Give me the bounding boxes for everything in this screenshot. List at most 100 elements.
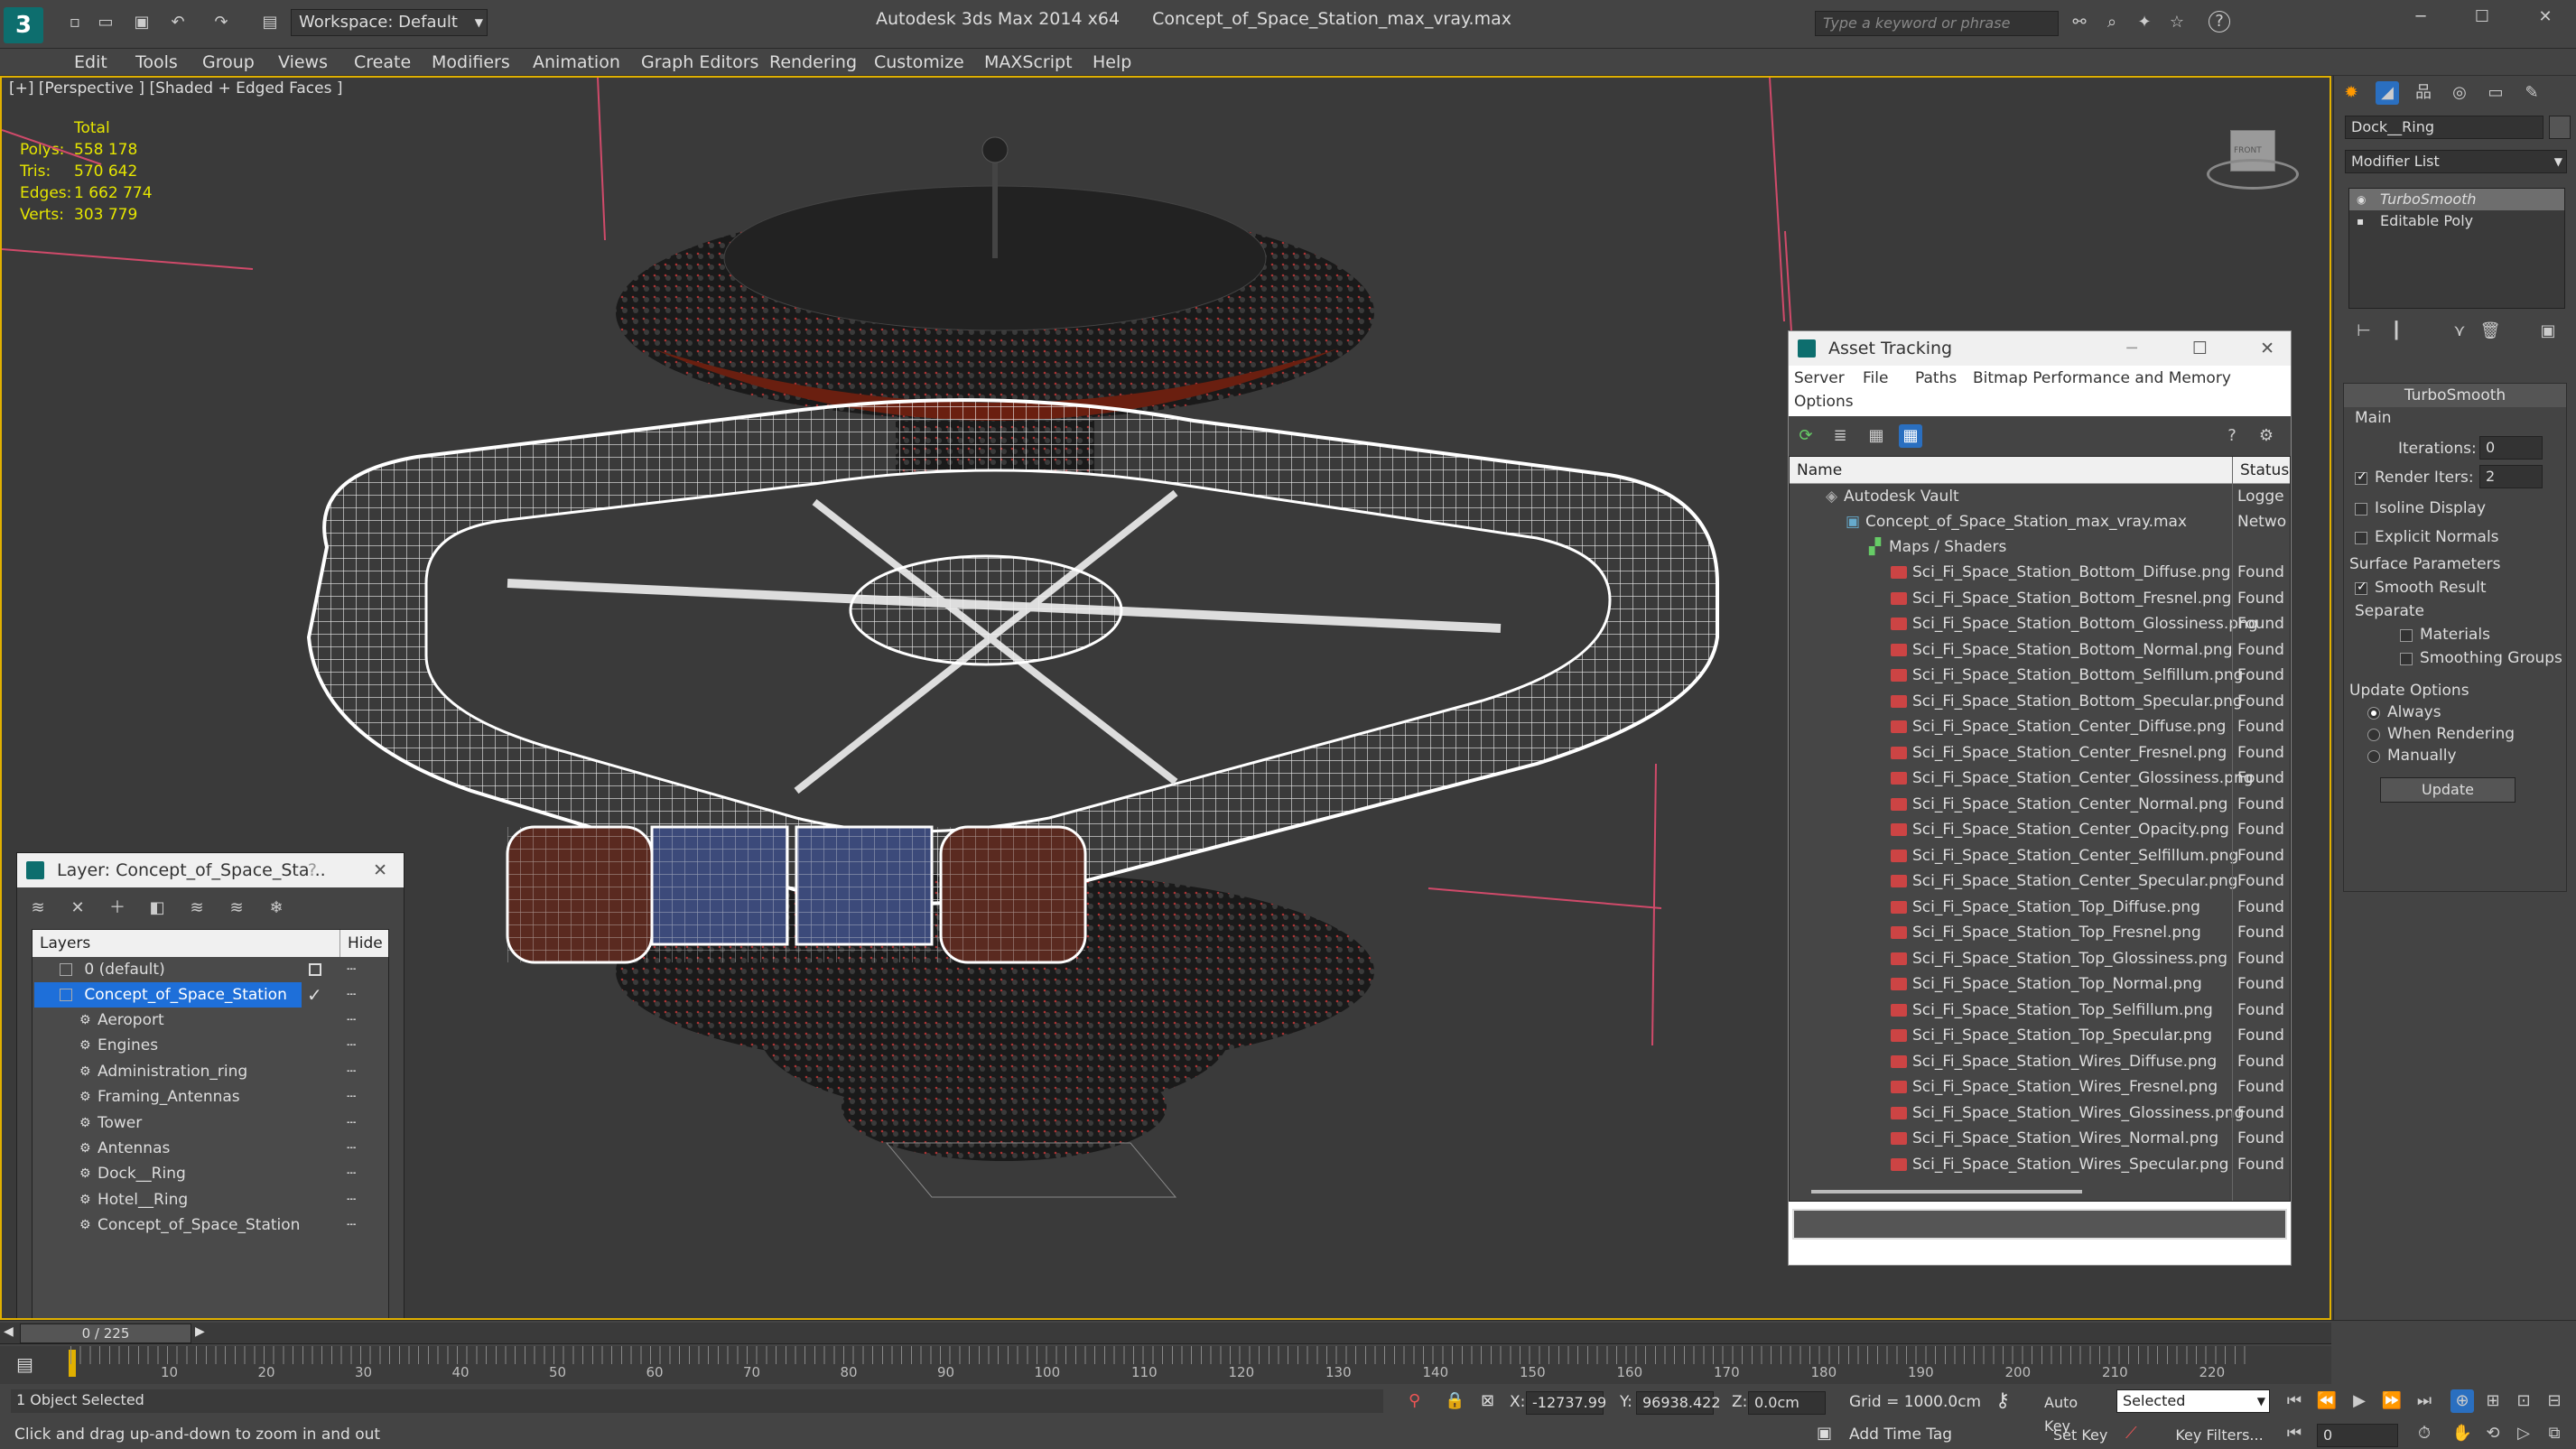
menu-modifiers[interactable]: Modifiers xyxy=(426,49,516,76)
asset-row-file[interactable]: Sci_Fi_Space_Station_Top_Selfillum.png Fo… xyxy=(1790,998,2290,1023)
pin-stack-icon[interactable]: ⊢ xyxy=(2352,320,2376,343)
hide-toggle[interactable]: ┄ xyxy=(347,1084,356,1110)
menu-maxscript[interactable]: MAXScript xyxy=(979,49,1078,76)
layer-row-station[interactable]: Concept_of_Space_Station ✓ ┄ xyxy=(33,982,388,1008)
zoom-all-icon[interactable]: ⊞ xyxy=(2481,1389,2505,1413)
iterations-spinner[interactable]: 0 xyxy=(2479,436,2543,460)
asset-row-file[interactable]: Sci_Fi_Space_Station_Top_Fresnel.png Foun… xyxy=(1790,920,2290,945)
x-coordinate[interactable]: -12737.99 xyxy=(1526,1391,1606,1415)
render-iters-spinner[interactable]: 2 xyxy=(2479,465,2543,488)
track-bar-menu-icon[interactable]: ▤ xyxy=(16,1353,33,1375)
menu-help[interactable]: Help xyxy=(1087,49,1137,76)
absolute-mode-icon[interactable]: ⊠ xyxy=(1481,1391,1494,1410)
configure-sets-icon[interactable]: ▣ xyxy=(2536,320,2560,343)
asset-tracking-titlebar[interactable]: Asset Tracking ─ ☐ ✕ xyxy=(1789,331,2291,366)
asset-row-file[interactable]: Sci_Fi_Space_Station_Wires_Diffuse.png Fo… xyxy=(1790,1049,2290,1074)
layer-child-row[interactable]: ⚙ Dock__Ring ┄ xyxy=(33,1161,388,1186)
asset-row-file[interactable]: Sci_Fi_Space_Station_Center_Opacity.png F… xyxy=(1790,817,2290,842)
menu-rendering[interactable]: Rendering xyxy=(764,49,862,76)
modify-tab-icon[interactable]: ◢ xyxy=(2376,81,2399,105)
smoothing-groups-checkbox[interactable] xyxy=(2400,653,2413,665)
asset-menu-paths[interactable]: Paths xyxy=(1915,369,1957,387)
search-input[interactable]: Type a keyword or phrase xyxy=(1815,11,2059,36)
hide-toggle[interactable]: ┄ xyxy=(347,1110,356,1136)
layer-child-row[interactable]: ⚙ Hotel__Ring ┄ xyxy=(33,1187,388,1212)
materials-checkbox[interactable] xyxy=(2400,629,2413,642)
asset-row-file[interactable]: Sci_Fi_Space_Station_Center_Normal.png Fo… xyxy=(1790,792,2290,817)
highlight-layer-icon[interactable]: ≋ xyxy=(185,896,209,920)
stack-item-editable-poly[interactable]: ▪ Editable Poly xyxy=(2349,210,2564,232)
track-bar[interactable]: ▤ 10 20 30 40 50 60 70 80 90 100 110 120 130 140 150 16… xyxy=(0,1346,2331,1384)
menu-views[interactable]: Views xyxy=(273,49,333,76)
column-name[interactable]: Name xyxy=(1797,457,1842,484)
manually-radio[interactable] xyxy=(2367,750,2380,763)
hierarchy-tab-icon[interactable]: 品 xyxy=(2412,81,2435,105)
time-tag-icon[interactable]: ▣ xyxy=(1817,1424,1832,1443)
hide-toggle[interactable]: ┄ xyxy=(347,1161,356,1186)
open-file-icon[interactable]: ▭ xyxy=(94,11,117,34)
rollout-header[interactable]: TurboSmooth xyxy=(2344,384,2566,407)
field-of-view-icon[interactable]: ▷ xyxy=(2512,1422,2535,1445)
context-help-icon[interactable]: ⚙ xyxy=(2255,424,2278,448)
add-to-layer-icon[interactable]: ＋ xyxy=(106,896,129,920)
next-frame-icon[interactable]: ⏩ xyxy=(2380,1389,2404,1413)
asset-row-file[interactable]: Sci_Fi_Space_Station_Wires_Normal.png Fou… xyxy=(1790,1126,2290,1151)
layer-child-row[interactable]: ⚙ Engines ┄ xyxy=(33,1033,388,1058)
asset-row-file[interactable]: Sci_Fi_Space_Station_Bottom_Specular.png… xyxy=(1790,689,2290,714)
display-tab-icon[interactable]: ▭ xyxy=(2484,81,2507,105)
layer-child-row[interactable]: ⚙ Tower ┄ xyxy=(33,1110,388,1136)
zoom-extents-all-icon[interactable]: ⊟ xyxy=(2543,1389,2566,1413)
layer-child-row[interactable]: ⚙ Framing_Antennas ┄ xyxy=(33,1084,388,1110)
list-view-icon[interactable]: ≣ xyxy=(1828,424,1852,448)
table-view-icon[interactable]: ▦ xyxy=(1899,424,1922,448)
asset-row-file[interactable]: Sci_Fi_Space_Station_Bottom_Glossiness.p… xyxy=(1790,611,2290,636)
new-file-icon[interactable]: ▫ xyxy=(63,11,87,34)
asset-row-file[interactable]: Sci_Fi_Space_Station_Bottom_Diffuse.png F… xyxy=(1790,560,2290,585)
menu-customize[interactable]: Customize xyxy=(869,49,970,76)
asset-menu-server[interactable]: Server xyxy=(1794,369,1845,387)
asset-row-file[interactable]: Sci_Fi_Space_Station_Wires_Specular.png F… xyxy=(1790,1152,2290,1177)
next-frame-arrow-icon[interactable]: ▶ xyxy=(195,1324,205,1339)
key-mode-icon[interactable]: ⟋ xyxy=(2125,1424,2137,1443)
layer-child-row[interactable]: ⚙ Aeroport ┄ xyxy=(33,1008,388,1033)
asset-row-maps[interactable]: ▞ Maps / Shaders xyxy=(1790,534,2290,560)
subscription-icon[interactable]: ⌕ xyxy=(2100,11,2124,34)
asset-row-file[interactable]: Sci_Fi_Space_Station_Center_Specular.png… xyxy=(1790,868,2290,894)
perspective-viewport[interactable]: [+] [Perspective ] [Shaded + Edged Faces… xyxy=(0,76,2331,1320)
asset-row-file[interactable]: Sci_Fi_Space_Station_Top_Specular.png Fou… xyxy=(1790,1023,2290,1048)
explicit-normals-checkbox[interactable] xyxy=(2355,532,2367,544)
horizontal-scrollbar[interactable] xyxy=(1811,1190,2082,1194)
when-rendering-radio[interactable] xyxy=(2367,729,2380,741)
delete-layer-icon[interactable]: ✕ xyxy=(66,896,89,920)
hide-toggle[interactable]: ┄ xyxy=(347,982,356,1008)
asset-row-file[interactable]: Sci_Fi_Space_Station_Bottom_Selfillum.pn… xyxy=(1790,663,2290,688)
key-mode-toggle-icon[interactable]: ⏮ xyxy=(2283,1422,2306,1445)
menu-edit[interactable]: Edit xyxy=(69,49,113,76)
asset-row-file[interactable]: Sci_Fi_Space_Station_Center_Glossiness.p… xyxy=(1790,766,2290,791)
hide-toggle[interactable]: ┄ xyxy=(347,1136,356,1161)
go-to-end-icon[interactable]: ⏭ xyxy=(2413,1389,2436,1413)
maximize-viewport-icon[interactable]: ⧉ xyxy=(2543,1422,2566,1445)
project-folder-icon[interactable]: ▤ xyxy=(258,11,282,34)
asset-menu-options[interactable]: Options xyxy=(1794,393,1854,411)
previous-frame-icon[interactable]: ⏪ xyxy=(2315,1389,2339,1413)
minimize-icon[interactable]: ─ xyxy=(2409,5,2432,29)
hide-toggle[interactable]: ┄ xyxy=(347,1187,356,1212)
asset-row-maxfile[interactable]: ▣ Concept_of_Space_Station_max_vray.max … xyxy=(1790,509,2290,534)
asset-row-file[interactable]: Sci_Fi_Space_Station_Center_Selfillum.pn… xyxy=(1790,843,2290,868)
key-icon[interactable]: ⚷ xyxy=(1995,1389,2010,1412)
redo-icon[interactable]: ↷ xyxy=(209,11,233,34)
close-icon[interactable]: ✕ xyxy=(2534,5,2557,29)
communication-icon[interactable]: ✦ xyxy=(2133,11,2156,34)
zoom-icon[interactable]: ⊕ xyxy=(2450,1389,2474,1413)
always-radio[interactable] xyxy=(2367,707,2380,720)
help-icon[interactable]: ? xyxy=(2220,424,2244,448)
workspace-dropdown[interactable]: Workspace: Default ▼ xyxy=(291,9,488,36)
isolate-icon[interactable]: ⚲ xyxy=(1409,1391,1420,1410)
prev-frame-arrow-icon[interactable]: ◀ xyxy=(4,1324,14,1339)
hide-toggle[interactable]: ┄ xyxy=(347,1212,356,1238)
utilities-tab-icon[interactable]: ✎ xyxy=(2520,81,2543,105)
make-unique-icon[interactable]: ⋎ xyxy=(2448,320,2471,343)
asset-path-field[interactable] xyxy=(1792,1209,2287,1240)
undo-icon[interactable]: ↶ xyxy=(166,11,190,34)
